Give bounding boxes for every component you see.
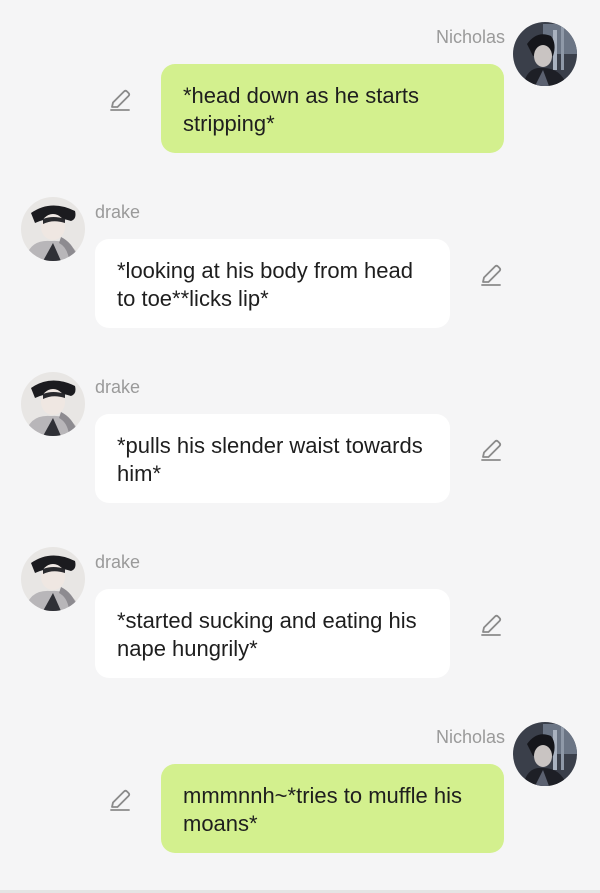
message-bubble: *started sucking and eating his nape hun… xyxy=(95,589,450,678)
message-row: drake *pulls his slender waist towards h… xyxy=(0,372,600,503)
message-bubble: *head down as he starts stripping* xyxy=(161,64,504,153)
message-row: Nicholas mmmnnh~*tries to muffle his moa… xyxy=(0,722,600,853)
message-text: *looking at his body from head to toe**l… xyxy=(117,258,413,311)
sender-name: Nicholas xyxy=(435,727,505,747)
pencil-icon[interactable] xyxy=(478,262,504,288)
sender-name: drake xyxy=(95,202,141,222)
nicholas-avatar[interactable] xyxy=(513,22,577,86)
message-row: Nicholas *head down as he starts strippi… xyxy=(0,22,600,153)
message-text: *started sucking and eating his nape hun… xyxy=(117,608,417,661)
message-bubble: *looking at his body from head to toe**l… xyxy=(95,239,450,328)
message-row: drake *started sucking and eating his na… xyxy=(0,547,600,678)
chat-thread: Nicholas *head down as he starts strippi… xyxy=(0,0,600,893)
pencil-icon[interactable] xyxy=(478,612,504,638)
pencil-icon[interactable] xyxy=(107,787,133,813)
sender-name: Nicholas xyxy=(435,27,505,47)
sender-name: drake xyxy=(95,552,141,572)
sender-name: drake xyxy=(95,377,141,397)
nicholas-avatar[interactable] xyxy=(513,722,577,786)
pencil-icon[interactable] xyxy=(478,437,504,463)
drake-avatar[interactable] xyxy=(21,197,85,261)
message-text: *head down as he starts stripping* xyxy=(183,83,420,136)
drake-avatar[interactable] xyxy=(21,547,85,611)
message-text: mmmnnh~*tries to muffle his moans* xyxy=(183,783,462,836)
pencil-icon[interactable] xyxy=(107,87,133,113)
message-text: *pulls his slender waist towards him* xyxy=(117,433,423,486)
drake-avatar[interactable] xyxy=(21,372,85,436)
message-bubble: mmmnnh~*tries to muffle his moans* xyxy=(161,764,504,853)
message-row: drake *looking at his body from head to … xyxy=(0,197,600,328)
message-bubble: *pulls his slender waist towards him* xyxy=(95,414,450,503)
